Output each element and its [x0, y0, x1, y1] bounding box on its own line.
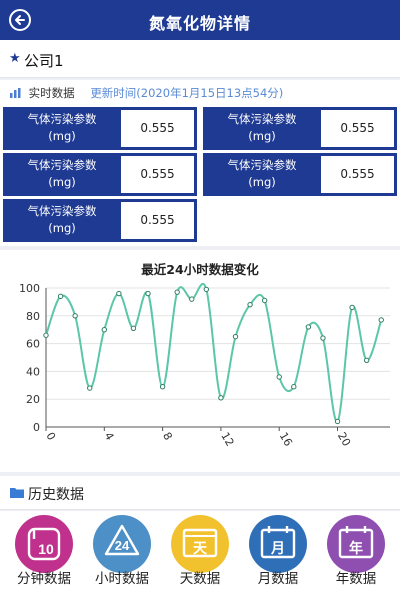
- x-tick-label: 12: [218, 430, 236, 449]
- y-tick-label: 40: [26, 365, 40, 378]
- svg-text:月: 月: [270, 541, 285, 557]
- data-point: [320, 335, 326, 341]
- svg-text:24: 24: [115, 538, 130, 553]
- svg-text:年: 年: [349, 540, 363, 557]
- data-point: [218, 395, 224, 401]
- param-key: 气体污染参数 (mg): [227, 112, 297, 143]
- tab-year-data[interactable]: 年 年数据: [316, 515, 396, 603]
- param-value: 0.555: [321, 110, 394, 147]
- history-label: 历史数据: [28, 487, 84, 503]
- param-card: 气体污染参数 (mg) 0.555: [3, 153, 197, 196]
- tab-label: 小时数据: [95, 571, 149, 587]
- tab-month-data[interactable]: 月 月数据: [238, 515, 318, 603]
- app-header: 氮氧化物详情: [0, 0, 400, 40]
- tab-day-data[interactable]: 天 天数据: [160, 515, 240, 603]
- tab-label: 月数据: [257, 571, 299, 587]
- data-point: [305, 324, 312, 330]
- data-point: [247, 301, 253, 308]
- data-point: [57, 293, 64, 300]
- data-point: [174, 289, 180, 295]
- data-point: [378, 317, 384, 323]
- data-point: [159, 383, 166, 390]
- data-point: [203, 286, 210, 293]
- param-card: 气体污染参数 (mg) 0.555: [3, 199, 197, 242]
- param-value: 0.555: [121, 156, 194, 193]
- company-row: ★ 公司1: [0, 40, 400, 78]
- realtime-header: 实时数据 更新时间(2020年1月15日13点54分): [10, 85, 283, 103]
- param-card: 气体污染参数 (mg) 0.555: [203, 107, 397, 150]
- year-calendar-icon: 年: [327, 515, 385, 573]
- history-row: 历史数据: [0, 476, 400, 510]
- company-name: 公司1: [24, 52, 64, 70]
- y-tick-label: 100: [19, 282, 40, 295]
- svg-text:10: 10: [38, 541, 54, 557]
- tab-label: 天数据: [179, 571, 221, 587]
- data-point: [87, 385, 93, 391]
- bottom-tab-bar: 10 分钟数据 24 小时数据 天 天数据 月 月数据 年 年数据: [0, 511, 400, 607]
- data-point: [363, 357, 370, 363]
- series-line: [45, 282, 383, 423]
- bar-chart-icon: [10, 88, 21, 98]
- data-point: [232, 333, 239, 340]
- param-key: 气体污染参数 (mg): [27, 204, 97, 235]
- param-key: 气体污染参数 (mg): [227, 158, 297, 189]
- star-icon: ★: [9, 51, 21, 66]
- data-point: [101, 327, 108, 333]
- data-point: [189, 296, 195, 302]
- param-value: 0.555: [121, 202, 194, 239]
- x-tick-label: 0: [43, 430, 58, 443]
- chart-panel: 最近24小时数据变化 0 20 40 60 80 100 0 4 8 12 16 20: [0, 250, 400, 472]
- month-calendar-icon: 月: [249, 515, 307, 573]
- data-point: [349, 304, 355, 311]
- page-title: 氮氧化物详情: [148, 14, 251, 33]
- param-value: 0.555: [321, 156, 394, 193]
- data-point: [72, 313, 78, 319]
- y-tick-label: 60: [26, 338, 40, 351]
- tab-label: 年数据: [335, 571, 377, 587]
- data-point: [291, 383, 297, 390]
- line-chart: 0 20 40 60 80 100 0 4 8 12 16 20: [19, 282, 390, 449]
- param-value: 0.555: [121, 110, 194, 147]
- y-tick-label: 20: [26, 393, 40, 406]
- y-tick-label: 80: [26, 310, 40, 323]
- x-tick-label: 16: [277, 430, 295, 449]
- hour-recycle-icon: 24: [93, 515, 151, 573]
- x-tick-label: 4: [102, 430, 117, 443]
- tab-minute-data[interactable]: 10 分钟数据: [4, 515, 84, 603]
- realtime-label: 实时数据: [28, 86, 75, 100]
- data-point: [43, 332, 49, 338]
- day-calendar-icon: 天: [171, 515, 229, 573]
- data-point: [130, 325, 137, 332]
- param-card: 气体污染参数 (mg) 0.555: [203, 153, 397, 196]
- data-point: [276, 374, 282, 380]
- data-point: [145, 290, 151, 297]
- param-card: 气体污染参数 (mg) 0.555: [3, 107, 197, 150]
- realtime-section: 实时数据 更新时间(2020年1月15日13点54分) 气体污染参数 (mg) 0…: [0, 80, 400, 246]
- param-key: 气体污染参数 (mg): [27, 158, 97, 189]
- x-tick-label: 20: [335, 430, 353, 449]
- data-point: [261, 297, 268, 304]
- x-tick-label: 8: [160, 430, 175, 443]
- data-point: [334, 418, 341, 425]
- minute-clock-icon: 10: [15, 515, 73, 573]
- tab-hour-data[interactable]: 24 小时数据: [82, 515, 162, 603]
- param-key: 气体污染参数 (mg): [27, 112, 97, 143]
- folder-icon: [10, 488, 24, 498]
- y-tick-label: 0: [33, 421, 40, 434]
- data-point: [116, 290, 122, 297]
- update-time: 更新时间(2020年1月15日13点54分): [90, 86, 284, 100]
- svg-text:天: 天: [193, 541, 208, 557]
- tab-label: 分钟数据: [17, 571, 71, 587]
